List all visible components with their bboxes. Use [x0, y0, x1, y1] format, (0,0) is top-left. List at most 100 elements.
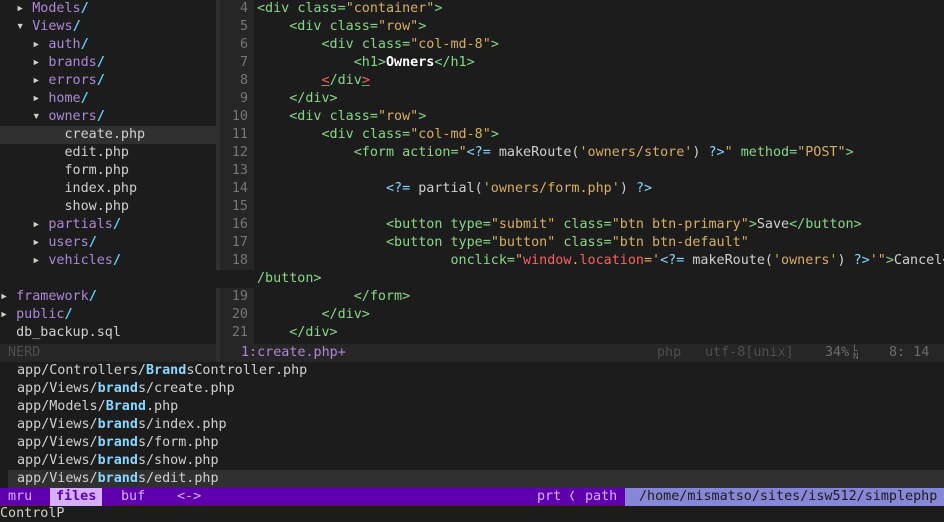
code-line[interactable]: 17 <button type="button" class="btn btn-… — [220, 234, 944, 252]
ctrlp-result-item[interactable]: app/Views/brands/edit.php — [8, 470, 944, 488]
working-directory: /home/mismatso/sites/isw512/simplephp — [625, 488, 944, 506]
command-line[interactable]: ControlP — [0, 506, 944, 522]
result-path-rest: .php — [146, 399, 179, 414]
code-line[interactable]: 16 <button type="submit" class="btn btn-… — [220, 216, 944, 234]
code-line[interactable]: 20 </div> — [220, 306, 944, 324]
code-line[interactable]: 14 <?= partial('owners/form.php') ?> — [220, 180, 944, 198]
chevron-right-icon[interactable]: ▸ — [16, 1, 32, 16]
tree-file-item[interactable]: show.php — [0, 198, 216, 216]
result-path: app/Views/ — [17, 471, 98, 486]
code-text: </div> — [289, 91, 338, 106]
chevron-down-icon[interactable]: ▾ — [32, 109, 48, 124]
nerdtree-statusline: NERD — [0, 344, 216, 362]
ctrlp-result-item[interactable]: app/Views/brands/show.php — [8, 452, 944, 470]
folder-slash-icon: / — [96, 73, 105, 88]
chevron-down-icon[interactable]: ▾ — [16, 19, 32, 34]
tree-folder-item[interactable]: ▸ Models/ — [0, 0, 216, 18]
ctrlp-result-item[interactable]: app/Views/brands/index.php — [8, 416, 944, 434]
tree-folder-item[interactable]: ▸ brands/ — [0, 54, 216, 72]
code-line[interactable]: 6 <div class="col-md-8"> — [220, 36, 944, 54]
tree-folder-item[interactable]: ▸ auth/ — [0, 36, 216, 54]
code-line[interactable]: 18 onclick="window.location='<?= makeRou… — [220, 252, 944, 270]
code-editor[interactable]: 4 <div class="container"> 5 <div class="ro… — [0, 0, 944, 344]
tree-item-label: Models — [32, 1, 81, 16]
line-number: 16 — [231, 217, 248, 232]
ctrlp-result-item[interactable]: app/Controllers/BrandsController.php — [8, 362, 944, 380]
code-line[interactable]: 11 <div class="col-md-8"> — [220, 126, 944, 144]
code-line[interactable]: 8 </div> — [220, 72, 944, 90]
mode-mru[interactable]: mru — [8, 488, 32, 506]
chevron-right-icon[interactable]: ▸ — [32, 37, 48, 52]
code-line[interactable]: 15 — [220, 198, 944, 216]
tree-item-label: partials — [48, 217, 113, 232]
tree-file-item[interactable]: edit.php — [0, 144, 216, 162]
tree-folder-item[interactable]: ▾ Views/ — [0, 18, 216, 36]
chevron-right-icon[interactable]: ▸ — [32, 73, 48, 88]
chevron-right-icon[interactable]: ▸ — [32, 91, 48, 106]
chevron-right-icon[interactable]: ▸ — [32, 235, 48, 250]
chevron-right-icon[interactable]: ▸ — [32, 253, 48, 268]
result-path-rest: s/index.php — [137, 417, 227, 432]
code-line[interactable]: 21 </div> — [220, 324, 944, 342]
tree-item-label: owners — [48, 109, 97, 124]
tree-item-label: users — [48, 235, 89, 250]
mode-nav-arrows[interactable]: <-> — [177, 488, 201, 506]
code-text: <h1>Owners</h1> — [353, 55, 475, 70]
code-line[interactable]: /button> — [0, 270, 944, 288]
code-line[interactable]: 4 <div class="container"> — [220, 0, 944, 18]
code-line[interactable]: 12 <form action="<?= makeRoute('owners/s… — [220, 144, 944, 162]
tree-file-item[interactable]: form.php — [0, 162, 216, 180]
tree-folder-item[interactable]: ▸ home/ — [0, 90, 216, 108]
tree-file-item[interactable]: index.php — [0, 180, 216, 198]
nerdtree-status-label: NERD — [8, 345, 41, 360]
code-line[interactable]: 19 </form> — [220, 288, 944, 306]
chevron-right-icon[interactable]: ▸ — [32, 55, 48, 70]
tree-folder-item[interactable]: ▸ partials/ — [0, 216, 216, 234]
folder-slash-icon: / — [80, 1, 89, 16]
code-line[interactable]: 7 <h1>Owners</h1> — [220, 54, 944, 72]
result-path: app/Views/ — [17, 453, 98, 468]
ctrlp-result-item[interactable]: app/Models/Brand.php — [8, 398, 944, 416]
ctrlp-result-item[interactable]: app/Views/brands/create.php — [8, 380, 944, 398]
tree-folder-item[interactable]: ▸ framework/ — [0, 288, 216, 306]
code-line[interactable]: 10 <div class="row"> — [220, 108, 944, 126]
tree-file-item[interactable]: db_backup.sql — [0, 324, 216, 342]
ctrlp-results-list[interactable]: app/Controllers/BrandsController.php app/… — [0, 362, 944, 488]
result-match-highlight: brand — [97, 453, 138, 468]
chevron-right-icon[interactable]: ▸ — [0, 289, 16, 304]
result-path-rest: s/show.php — [137, 453, 219, 468]
folder-slash-icon: / — [112, 217, 121, 232]
result-path-rest: s/edit.php — [137, 471, 219, 486]
result-match-highlight: Brand — [105, 399, 146, 414]
code-line[interactable]: 13 — [220, 162, 944, 180]
ctrlp-result-item[interactable]: app/Views/brands/form.php — [8, 434, 944, 452]
tree-item-label: vehicles — [48, 253, 113, 268]
tree-file-item[interactable]: create.php — [0, 126, 216, 144]
tree-folder-item[interactable]: ▸ public/ — [0, 306, 216, 324]
tree-folder-item[interactable]: ▸ vehicles/ — [0, 252, 216, 270]
chevron-right-icon[interactable]: ▸ — [0, 307, 16, 322]
tree-folder-item[interactable]: ▾ owners/ — [0, 108, 216, 126]
tree-item-label: Views — [32, 19, 73, 34]
folder-slash-icon: / — [64, 307, 73, 322]
code-line[interactable]: 5 <div class="row"> — [220, 18, 944, 36]
line-number: 21 — [231, 325, 248, 340]
result-match-highlight: brand — [97, 381, 138, 396]
tree-folder-item[interactable]: ▸ users/ — [0, 234, 216, 252]
line-number: 12 — [231, 145, 248, 160]
mode-buf[interactable]: buf — [121, 488, 145, 506]
nerdtree-panel[interactable]: ▸ Models/ ▾ Views/ ▸ auth/ ▸ brands/ ▸ e… — [0, 0, 216, 344]
chevron-right-icon[interactable]: ▸ — [32, 217, 48, 232]
tree-item-label: public — [16, 307, 65, 322]
mode-files[interactable]: files — [50, 488, 103, 506]
code-line[interactable]: 9 </div> — [220, 90, 944, 108]
line-number: 4 — [239, 1, 248, 16]
tree-folder-item[interactable]: ▸ errors/ — [0, 72, 216, 90]
tree-item-label: home — [48, 91, 81, 106]
